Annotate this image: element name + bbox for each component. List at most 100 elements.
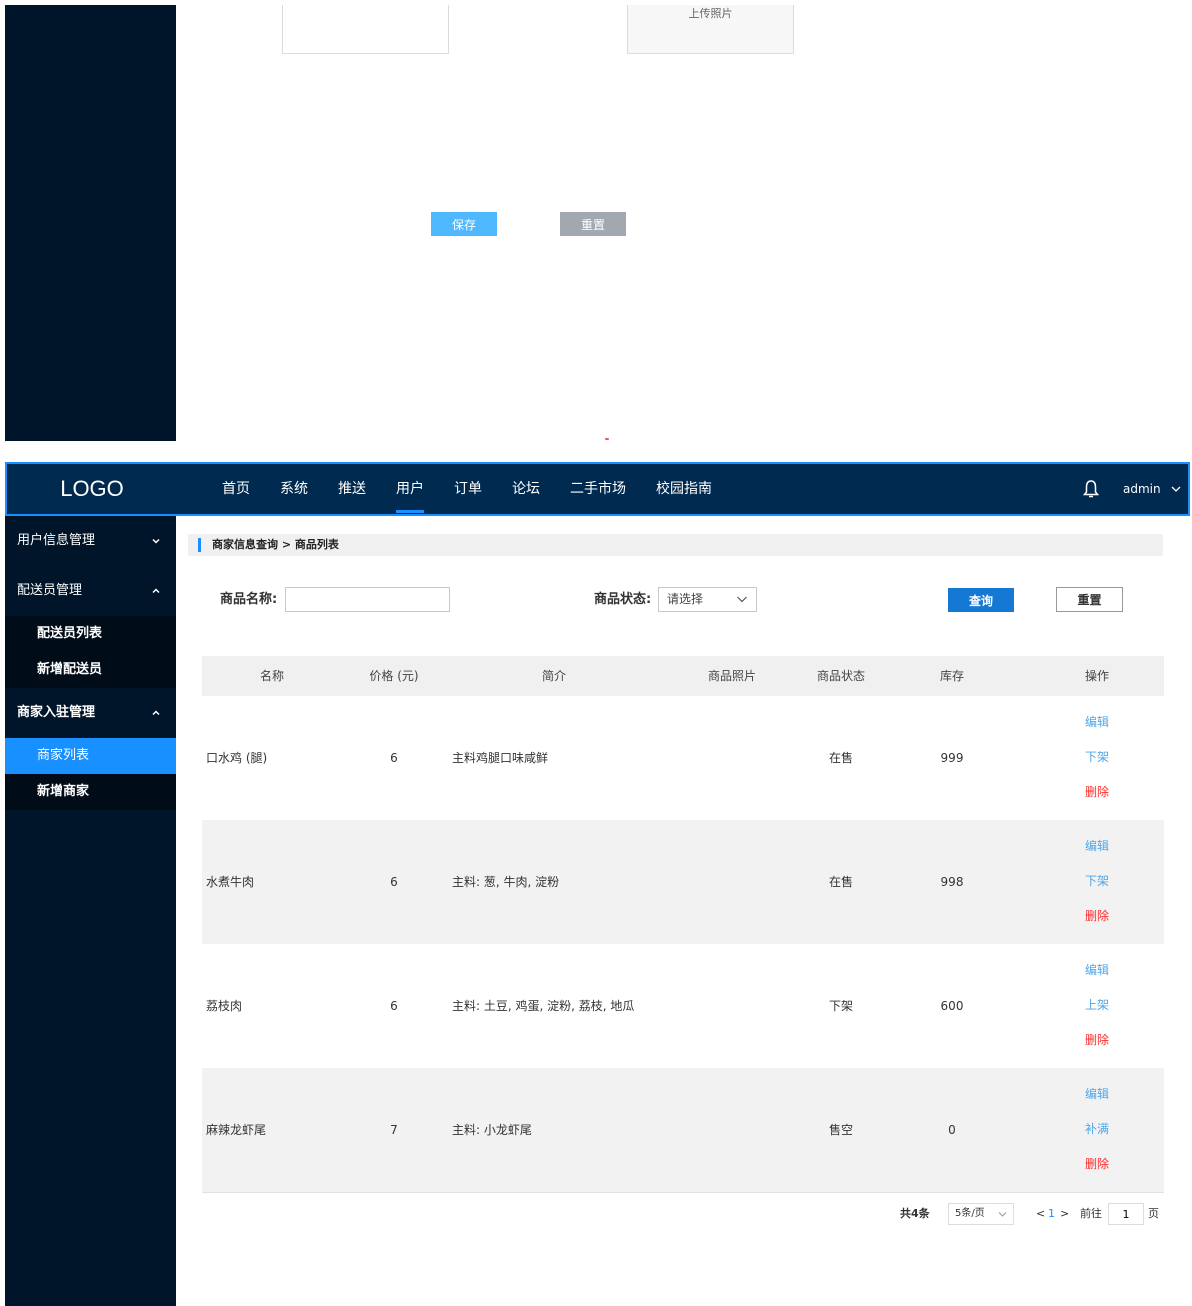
username[interactable]: admin	[1123, 464, 1161, 514]
reset-button[interactable]: 重置	[1056, 587, 1123, 612]
table-row: 荔枝肉 6 主料: 土豆, 鸡蛋, 淀粉, 荔枝, 地瓜 下架 600 编辑 上…	[202, 944, 1164, 1068]
edit-link[interactable]: 编辑	[1062, 962, 1132, 978]
edit-link[interactable]: 编辑	[1062, 714, 1132, 730]
cell-desc: 主料: 土豆, 鸡蛋, 淀粉, 荔枝, 地瓜	[452, 999, 635, 1013]
cell-stock: 600	[940, 999, 964, 1013]
cell-price: 6	[390, 875, 398, 889]
nav-campus-guide[interactable]: 校园指南	[641, 464, 727, 514]
cell-stock: 999	[940, 751, 964, 765]
cell-price: 7	[390, 1123, 398, 1137]
cell-name: 水煮牛肉	[206, 875, 255, 889]
reset-form-button[interactable]: 重置	[560, 212, 626, 236]
column-header-price: 价格 (元)	[369, 669, 419, 683]
merchant-submenu: 商家列表 新增商家	[5, 738, 176, 810]
chevron-down-icon	[998, 1212, 1007, 1217]
breadcrumb-accent-bar	[198, 538, 201, 552]
bell-icon[interactable]	[1083, 479, 1099, 499]
page-size-select[interactable]: 5条/页	[948, 1203, 1014, 1225]
goods-status-select[interactable]: 请选择	[658, 587, 757, 612]
delete-link[interactable]: 删除	[1062, 784, 1132, 800]
page-number-current[interactable]: 1	[1048, 1203, 1055, 1225]
table-row: 口水鸡 (腿) 6 主料鸡腿口味咸鲜 在售 999 编辑 下架 删除	[202, 696, 1164, 820]
cell-status: 下架	[828, 999, 853, 1013]
breadcrumb: 商家信息查询 > 商品列表	[188, 534, 1163, 556]
chevron-up-icon	[152, 588, 160, 594]
goto-page-input[interactable]	[1108, 1203, 1144, 1225]
nav-forum[interactable]: 论坛	[497, 464, 555, 514]
cell-stock: 998	[940, 875, 964, 889]
delete-link[interactable]: 删除	[1062, 908, 1132, 924]
sidebar-group-label: 配送员管理	[17, 583, 83, 598]
delete-link[interactable]: 删除	[1062, 1156, 1132, 1172]
cell-name: 荔枝肉	[206, 999, 243, 1013]
sidebar: 用户信息管理 配送员管理 配送员列表 新增配送员 商家入驻管理 商家列表 新增商…	[5, 516, 176, 1306]
goto-label: 前往	[1080, 1207, 1102, 1220]
photo-preview-box	[282, 5, 449, 54]
cell-name: 麻辣龙虾尾	[206, 1123, 267, 1137]
previous-form-fragment: 上传照片 保存 重置	[0, 0, 1192, 441]
nav-user[interactable]: 用户	[381, 464, 439, 514]
nav-push[interactable]: 推送	[323, 464, 381, 514]
cell-name: 口水鸡 (腿)	[206, 751, 268, 765]
top-sidebar	[5, 5, 176, 441]
edit-link[interactable]: 编辑	[1062, 838, 1132, 854]
app-header: LOGO 首页 系统 推送 用户 订单 论坛 二手市场 校园指南 admin	[5, 462, 1190, 516]
sidebar-group-label: 商家入驻管理	[17, 705, 96, 720]
sidebar-item-merchant-list[interactable]: 商家列表	[5, 738, 176, 774]
cell-stock: 0	[948, 1123, 956, 1137]
prev-page-icon[interactable]: <	[1036, 1203, 1045, 1225]
red-dot-mark	[605, 438, 609, 440]
next-page-icon[interactable]: >	[1060, 1203, 1069, 1225]
sidebar-item-add-merchant[interactable]: 新增商家	[5, 774, 176, 810]
page-unit-label: 页	[1148, 1207, 1159, 1220]
toggle-shelf-link[interactable]: 上架	[1062, 997, 1132, 1013]
goods-status-label: 商品状态:	[594, 592, 652, 607]
top-nav: 首页 系统 推送 用户 订单 论坛 二手市场 校园指南	[207, 464, 727, 514]
sidebar-item-add-courier[interactable]: 新增配送员	[5, 652, 176, 688]
cell-desc: 主料: 小龙虾尾	[452, 1123, 532, 1137]
column-header-name: 名称	[259, 669, 284, 683]
table-row: 水煮牛肉 6 主料: 葱, 牛肉, 淀粉 在售 998 编辑 下架 删除	[202, 820, 1164, 944]
sidebar-group-user-info[interactable]: 用户信息管理	[5, 516, 176, 566]
column-header-stock: 库存	[939, 669, 964, 683]
table-row: 麻辣龙虾尾 7 主料: 小龙虾尾 售空 0 编辑 补满 删除	[202, 1068, 1164, 1192]
logo: LOGO	[60, 476, 124, 501]
cell-status: 售空	[828, 1123, 853, 1137]
chevron-down-icon[interactable]	[1170, 484, 1182, 494]
goods-name-input[interactable]	[285, 587, 450, 612]
edit-link[interactable]: 编辑	[1062, 1086, 1132, 1102]
sidebar-item-courier-list[interactable]: 配送员列表	[5, 616, 176, 652]
nav-second-hand[interactable]: 二手市场	[555, 464, 641, 514]
cell-price: 6	[390, 999, 398, 1013]
nav-system[interactable]: 系统	[265, 464, 323, 514]
status-select-placeholder: 请选择	[667, 592, 704, 606]
table-bottom-border	[202, 1192, 1164, 1193]
nav-orders[interactable]: 订单	[439, 464, 497, 514]
save-button[interactable]: 保存	[431, 212, 497, 236]
upload-photo-label: 上传照片	[688, 7, 733, 20]
cell-status: 在售	[828, 751, 853, 765]
query-button[interactable]: 查询	[948, 588, 1014, 612]
delete-link[interactable]: 删除	[1062, 1032, 1132, 1048]
sidebar-group-merchant[interactable]: 商家入驻管理	[5, 688, 176, 738]
goods-table: 名称 价格 (元) 简介 商品照片 商品状态 库存 操作 口水鸡 (腿) 6 主…	[202, 656, 1164, 1193]
toggle-shelf-link[interactable]: 下架	[1062, 749, 1132, 765]
column-header-photo: 商品照片	[707, 669, 756, 683]
column-header-actions: 操作	[1084, 669, 1109, 683]
goods-name-label: 商品名称:	[220, 592, 278, 607]
cell-price: 6	[390, 751, 398, 765]
nav-home[interactable]: 首页	[207, 464, 265, 514]
chevron-down-icon	[152, 538, 160, 544]
pagination: 共4条 5条/页 < 1 > 前往 页	[900, 1203, 1170, 1225]
chevron-up-icon	[152, 710, 160, 716]
toggle-shelf-link[interactable]: 下架	[1062, 873, 1132, 889]
restock-link[interactable]: 补满	[1062, 1121, 1132, 1137]
cell-desc: 主料鸡腿口味咸鲜	[452, 751, 549, 765]
table-header: 名称 价格 (元) 简介 商品照片 商品状态 库存 操作	[202, 656, 1164, 696]
column-header-status: 商品状态	[816, 669, 865, 683]
sidebar-group-courier[interactable]: 配送员管理	[5, 566, 176, 616]
cell-desc: 主料: 葱, 牛肉, 淀粉	[452, 875, 560, 889]
chevron-down-icon	[737, 596, 747, 603]
sidebar-group-label: 用户信息管理	[17, 533, 96, 548]
total-count: 共4条	[900, 1207, 930, 1220]
